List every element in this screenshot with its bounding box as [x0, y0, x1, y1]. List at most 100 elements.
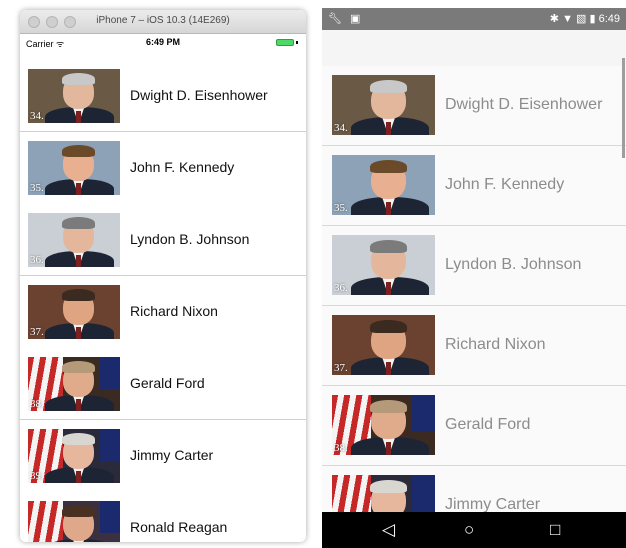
president-number: 35. [334, 202, 348, 214]
president-name: Dwight D. Eisenhower [130, 87, 268, 103]
wrench-icon: 🔧︎ [328, 13, 342, 25]
flag-stars [99, 357, 120, 390]
flag-stripes [28, 501, 63, 542]
president-name: Jimmy Carter [445, 496, 541, 512]
president-portrait: 34. [28, 69, 120, 123]
president-portrait: 40. [28, 501, 120, 542]
president-thumbnail: 38. [28, 357, 120, 411]
ios-list-item[interactable]: 38. Gerald Ford [20, 348, 306, 420]
portrait-hair [62, 433, 96, 446]
president-thumbnail: 34. [28, 69, 120, 123]
portrait-hair [370, 399, 408, 413]
president-number: 37. [30, 326, 44, 338]
president-name: John F. Kennedy [130, 159, 235, 175]
portrait-tie [76, 471, 81, 483]
portrait-tie [386, 281, 392, 295]
flag-stars [99, 429, 120, 462]
president-portrait: 36. [332, 235, 435, 295]
portrait-tie [76, 183, 81, 195]
ios-list-item[interactable]: 34. Dwight D. Eisenhower [20, 60, 306, 132]
portrait-hair [62, 217, 96, 230]
president-name: Gerald Ford [445, 416, 531, 433]
president-name: Dwight D. Eisenhower [445, 96, 603, 113]
portrait-tie [76, 255, 81, 267]
president-name: Richard Nixon [445, 336, 546, 353]
portrait-tie [386, 361, 392, 375]
portrait-hair [62, 289, 96, 302]
ios-list-item[interactable]: 39. Jimmy Carter [20, 420, 306, 492]
president-number: 37. [334, 362, 348, 374]
recents-icon[interactable]: □ [550, 520, 560, 540]
flag-stars [412, 475, 435, 511]
president-portrait: 36. [28, 213, 120, 267]
android-debug-icon: ▣ [350, 13, 361, 25]
president-name: Gerald Ford [130, 375, 205, 391]
president-portrait: 35. [28, 141, 120, 195]
android-emulator-screen: 🔧︎ ▣ ✱ ▼ ▧ ▮ 6:49 34. Dwight D. Eisenhowe… [322, 8, 626, 548]
president-name: Richard Nixon [130, 303, 218, 319]
portrait-tie [76, 399, 81, 411]
battery-icon [276, 39, 294, 46]
portrait-hair [62, 361, 96, 374]
android-action-bar [322, 30, 626, 66]
android-scrollbar[interactable] [622, 58, 625, 158]
president-number: 36. [30, 254, 44, 266]
android-status-right: ✱ ▼ ▧ ▮ 6:49 [550, 12, 620, 25]
president-number: 39. [30, 470, 44, 482]
president-portrait: 35. [332, 155, 435, 215]
battery-tip-icon [296, 41, 298, 44]
android-list-item[interactable]: 38. Gerald Ford [322, 386, 626, 466]
president-portrait: 39. [28, 429, 120, 483]
android-president-list[interactable]: 34. Dwight D. Eisenhower 35. John F. Kenned… [322, 66, 626, 512]
ios-simulator-titlebar: iPhone 7 – iOS 10.3 (14E269) [20, 10, 306, 34]
ios-list-item[interactable]: 35. John F. Kennedy [20, 132, 306, 204]
android-list-item[interactable]: 37. Richard Nixon [322, 306, 626, 386]
ios-status-bar: Carrier ᯤ 6:49 PM [20, 34, 306, 50]
ios-simulator-window: iPhone 7 – iOS 10.3 (14E269) Carrier ᯤ 6… [20, 10, 306, 542]
flag-stars [99, 501, 120, 534]
president-name: Ronald Reagan [130, 519, 228, 535]
android-list-item[interactable]: 39. Jimmy Carter [322, 466, 626, 512]
president-name: Lyndon B. Johnson [130, 231, 250, 247]
president-number: 38. [334, 442, 348, 454]
ios-list-item[interactable]: 36. Lyndon B. Johnson [20, 204, 306, 276]
flag-stripes [332, 475, 372, 512]
president-thumbnail: 35. [28, 141, 120, 195]
android-list-item[interactable]: 34. Dwight D. Eisenhower [322, 66, 626, 146]
president-portrait: 38. [332, 395, 435, 455]
president-thumbnail: 39. [28, 429, 120, 483]
president-portrait: 37. [332, 315, 435, 375]
portrait-hair [370, 319, 408, 333]
home-icon[interactable]: ○ [464, 520, 474, 540]
president-portrait: 38. [28, 357, 120, 411]
ios-list-item[interactable]: 40. Ronald Reagan [20, 492, 306, 542]
portrait-hair [370, 239, 408, 253]
portrait-hair [62, 505, 96, 518]
ios-window-title: iPhone 7 – iOS 10.3 (14E269) [96, 15, 230, 26]
portrait-hair [370, 159, 408, 173]
portrait-tie [76, 111, 81, 123]
president-number: 36. [334, 282, 348, 294]
portrait-hair [62, 73, 96, 86]
president-thumbnail: 37. [28, 285, 120, 339]
android-list-item[interactable]: 36. Lyndon B. Johnson [322, 226, 626, 306]
president-name: Lyndon B. Johnson [445, 256, 582, 273]
president-thumbnail: 34. [332, 75, 435, 135]
president-thumbnail: 37. [332, 315, 435, 375]
portrait-tie [386, 121, 392, 135]
portrait-hair [62, 145, 96, 158]
ios-time: 6:49 PM [145, 37, 180, 47]
president-number: 35. [30, 182, 44, 194]
screenshot-stage: iPhone 7 – iOS 10.3 (14E269) Carrier ᯤ 6… [0, 0, 626, 548]
android-status-bar: 🔧︎ ▣ ✱ ▼ ▧ ▮ 6:49 [322, 8, 626, 30]
android-list-item[interactable]: 35. John F. Kennedy [322, 146, 626, 226]
ios-list-item[interactable]: 37. Richard Nixon [20, 276, 306, 348]
president-thumbnail: 39. [332, 475, 435, 512]
president-thumbnail: 36. [332, 235, 435, 295]
president-number: 34. [30, 110, 44, 122]
portrait-tie [386, 441, 392, 455]
portrait-tie [76, 327, 81, 339]
president-number: 34. [334, 122, 348, 134]
ios-president-list[interactable]: 34. Dwight D. Eisenhower 35. John F. Kenned… [20, 60, 306, 542]
back-icon[interactable]: ◁ [382, 520, 395, 540]
